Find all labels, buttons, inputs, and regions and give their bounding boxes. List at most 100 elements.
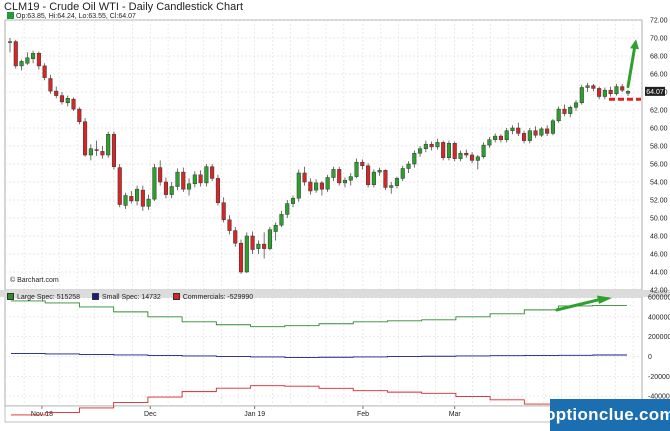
cot-tick-label: -200000	[648, 374, 670, 381]
price-tick-label: 42.00	[650, 288, 668, 295]
ohlc-readout: Op:63.85, Hi:64.24, Lo:63.55, Cl:64.07	[7, 12, 136, 20]
candle-body	[88, 148, 93, 156]
price-tick-label: 52.00	[650, 198, 668, 205]
candle-body	[539, 128, 544, 136]
candle-body	[117, 167, 122, 205]
candle-body	[400, 168, 405, 179]
candle-body	[19, 61, 24, 67]
candle-body	[13, 41, 18, 67]
candle-body	[585, 85, 590, 88]
date-tick-label: Feb	[357, 411, 369, 418]
candle-body	[481, 144, 486, 158]
candle-body	[562, 108, 567, 114]
candle-body	[250, 235, 255, 250]
candle-body	[475, 156, 480, 161]
price-tick-label: 44.00	[650, 270, 668, 277]
candle-body	[337, 169, 342, 184]
candle-body	[389, 185, 394, 188]
candle-body	[54, 90, 59, 96]
candle-body	[568, 107, 573, 114]
candle-body	[262, 243, 267, 249]
candle-body	[175, 171, 180, 187]
price-tick-label: 58.00	[650, 144, 668, 151]
legend-large-spec: Large Spec: 515258	[7, 293, 81, 301]
candle-body	[244, 235, 249, 273]
candle-body	[620, 86, 625, 91]
candlestick-chart: 42.00 44.00 46.00 48.00 50.00 52.00 54.00 56.00…	[0, 0, 670, 431]
cot-tick-label: 400000	[648, 314, 670, 321]
candle-body	[65, 98, 70, 104]
candle-body	[48, 78, 53, 92]
candle-body	[423, 143, 428, 149]
candle-body	[545, 128, 550, 134]
last-price-label: 64.07	[646, 89, 664, 96]
candle-body	[279, 214, 284, 226]
candle-body	[441, 142, 446, 158]
candle-body	[7, 41, 13, 43]
candle-body	[464, 152, 469, 156]
candle-body	[406, 163, 411, 169]
candle-body	[129, 196, 134, 202]
candle-body	[371, 171, 376, 185]
cot-tick-label: 200000	[648, 334, 670, 341]
barchart-credit: © Barchart.com	[10, 277, 59, 284]
candle-body	[429, 143, 434, 148]
candle-body	[169, 186, 174, 195]
candle-body	[83, 121, 88, 156]
candle-body	[608, 89, 613, 95]
candle-body	[106, 134, 111, 156]
candle-body	[452, 143, 457, 159]
price-tick-label: 54.00	[650, 180, 668, 187]
candle-body	[158, 167, 163, 183]
legend-commercials: Commercials: -529990	[172, 293, 253, 301]
candle-body	[498, 135, 503, 140]
price-tick-label: 68.00	[650, 54, 668, 61]
candle-body	[625, 91, 631, 94]
ohlc-swatch	[7, 12, 14, 19]
candle-body	[221, 202, 226, 221]
candle-body	[71, 98, 76, 110]
candle-body	[204, 166, 209, 184]
candle-body	[94, 149, 99, 151]
candle-body	[614, 86, 619, 95]
candle-body	[579, 87, 584, 104]
candle-body	[597, 88, 602, 97]
legend-small-spec: Small Spec: 14732	[92, 293, 161, 301]
legend-large-spec-label: Large Spec: 515258	[17, 294, 81, 301]
candle-body	[135, 188, 140, 202]
candle-body	[140, 189, 145, 207]
candle-body	[31, 53, 36, 59]
candle-body	[412, 152, 417, 165]
candle-body	[233, 230, 238, 244]
watermark-logo: optionclue.com	[545, 399, 670, 431]
candle-body	[163, 181, 168, 195]
price-tick-label: 48.00	[650, 234, 668, 241]
candle-body	[446, 143, 451, 158]
cot-legend: Large Spec: 515258 Small Spec: 14732 Com…	[7, 293, 263, 301]
cot-tick-label: 0	[648, 354, 652, 361]
candle-body	[504, 130, 509, 140]
candle-body	[187, 183, 192, 190]
candle-body	[550, 120, 555, 134]
candle-body	[192, 174, 197, 185]
legend-swatch	[92, 293, 100, 300]
candle-body	[273, 224, 278, 232]
candle-body	[366, 165, 371, 185]
legend-swatch	[7, 293, 14, 300]
candle-body	[146, 198, 151, 207]
candle-body	[314, 182, 319, 191]
price-tick-label: 62.00	[650, 108, 668, 115]
candle-body	[458, 152, 463, 159]
candle-body	[516, 127, 521, 134]
candle-body	[227, 219, 232, 231]
candle-body	[290, 197, 296, 204]
price-tick-label: 56.00	[650, 162, 668, 169]
candle-body	[198, 174, 203, 184]
candle-body	[152, 167, 157, 200]
candle-body	[493, 135, 498, 140]
price-tick-label: 46.00	[650, 252, 668, 259]
candle-body	[377, 170, 382, 173]
candle-body	[487, 139, 492, 146]
candle-body	[256, 243, 261, 249]
date-tick-label: Dec	[144, 411, 157, 418]
